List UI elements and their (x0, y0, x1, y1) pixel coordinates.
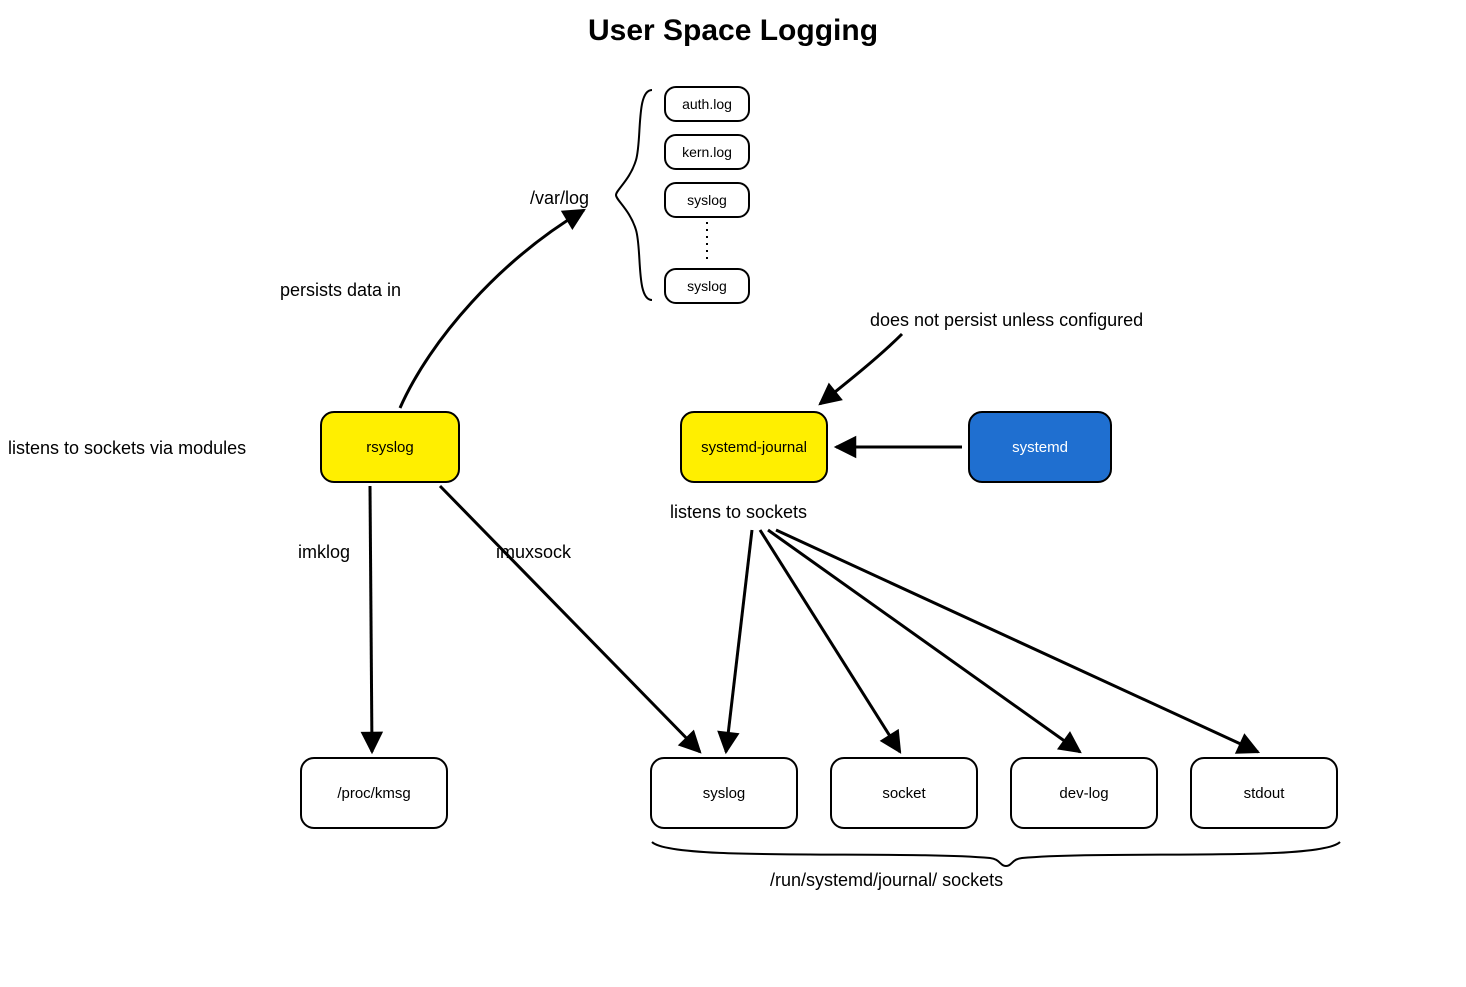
logfile-syslog1: syslog (664, 182, 750, 218)
label-imklog: imklog (298, 542, 350, 563)
label-listens-modules: listens to sockets via modules (8, 438, 246, 459)
node-socket-socket: socket (830, 757, 978, 829)
logfile-syslog2: syslog (664, 268, 750, 304)
node-devlog-socket: dev-log (1010, 757, 1158, 829)
diagram-title: User Space Logging (0, 14, 1466, 48)
node-rsyslog: rsyslog (320, 411, 460, 483)
node-systemd: systemd (968, 411, 1112, 483)
node-proc-kmsg: /proc/kmsg (300, 757, 448, 829)
node-syslog-socket: syslog (650, 757, 798, 829)
node-stdout-socket: stdout (1190, 757, 1338, 829)
logfile-kern: kern.log (664, 134, 750, 170)
label-no-persist: does not persist unless configured (870, 310, 1143, 331)
label-listens-sockets: listens to sockets (670, 502, 807, 523)
label-imuxsock: imuxsock (496, 542, 571, 563)
label-varlog: /var/log (530, 188, 589, 209)
logfile-auth: auth.log (664, 86, 750, 122)
label-run-path: /run/systemd/journal/ sockets (770, 870, 1003, 891)
label-persists: persists data in (280, 280, 401, 301)
node-systemd-journal: systemd-journal (680, 411, 828, 483)
